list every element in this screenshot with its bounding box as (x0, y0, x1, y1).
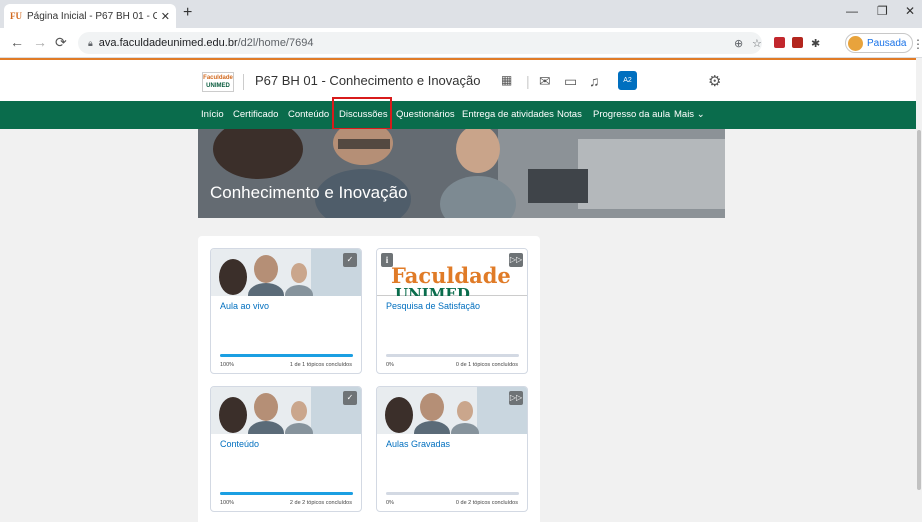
chat-icon[interactable]: ▭ (564, 73, 577, 90)
completed-check-icon: ✓ (343, 253, 357, 267)
forward-icon[interactable]: → (33, 34, 47, 50)
new-tab-icon[interactable]: + (183, 4, 192, 22)
extension-pdf-icon[interactable] (792, 37, 803, 48)
card-pesquisa-satisfacao[interactable]: Faculdade UNIMED i ▷▷ Pesquisa de Satisf… (376, 248, 528, 374)
card-title[interactable]: Conteúdo (220, 439, 259, 449)
page: Faculdade UNIMED P67 BH 01 - Conhecimento… (0, 58, 916, 522)
progress-bar (220, 492, 353, 495)
card-title[interactable]: Aulas Gravadas (386, 439, 450, 449)
zoom-icon[interactable]: ⊕ (734, 37, 743, 50)
fast-forward-icon: ▷▷ (509, 253, 523, 267)
maximize-icon[interactable]: ❐ (877, 4, 888, 18)
divider (243, 74, 244, 90)
nav-item-mais[interactable]: Mais ⌄ (674, 109, 705, 120)
address-bar[interactable]: 🔒︎ ava.faculdadeunimed.edu.br/d2l/home/7… (78, 32, 762, 54)
browser-tab[interactable]: FU Página Inicial - P67 BH 01 - Conh ✕ (4, 4, 176, 28)
nav-item-notas[interactable]: Notas (557, 109, 582, 120)
progress-fill (220, 354, 353, 357)
card-aulas-gravadas[interactable]: ▷▷ Aulas Gravadas 0% 0 de 2 tópicos conc… (376, 386, 528, 512)
card-thumbnail (211, 249, 361, 296)
institution-logo[interactable]: Faculdade UNIMED (202, 72, 234, 92)
banner-photo (198, 129, 725, 218)
browser-tab-strip: FU Página Inicial - P67 BH 01 - Conh ✕ +… (0, 0, 922, 28)
course-navbar: Início Certificado Conteúdo Discussões Q… (0, 101, 916, 129)
topics-count: 0 de 2 tópicos concluídos (455, 500, 518, 506)
progress-bar (220, 354, 353, 357)
url-path: /d2l/home/7694 (237, 37, 314, 49)
profile-button[interactable]: Pausada (845, 33, 914, 53)
card-thumbnail (211, 387, 361, 434)
info-icon: i (381, 253, 393, 267)
lock-icon: 🔒︎ (88, 37, 93, 48)
scrollbar-thumb[interactable] (917, 130, 921, 490)
progress-percent: 100% (220, 362, 235, 368)
back-icon[interactable]: ← (10, 34, 24, 50)
content-widget: ✓ Aula ao vivo 100% 1 de 1 tópicos concl… (198, 236, 540, 522)
thumbnail-faculdade-text: Faculdade (391, 263, 511, 288)
bookmark-star-icon[interactable]: ☆ (752, 37, 762, 50)
page-scrollbar[interactable] (916, 58, 922, 522)
close-tab-icon[interactable]: ✕ (161, 10, 170, 23)
nav-item-questionarios[interactable]: Questionários (396, 109, 455, 120)
completed-check-icon: ✓ (343, 391, 357, 405)
card-thumbnail: Faculdade UNIMED (377, 249, 527, 296)
topics-count: 2 de 2 tópicos concluídos (289, 500, 352, 506)
progress-percent: 0% (386, 362, 394, 368)
card-title[interactable]: Pesquisa de Satisfação (386, 301, 480, 311)
card-aula-ao-vivo[interactable]: ✓ Aula ao vivo 100% 1 de 1 tópicos concl… (210, 248, 362, 374)
topics-count: 0 de 1 tópicos concluídos (455, 362, 518, 368)
nav-item-conteudo[interactable]: Conteúdo (288, 109, 329, 120)
minimize-icon[interactable]: — (846, 4, 858, 18)
profile-avatar (848, 35, 863, 51)
extensions-puzzle-icon[interactable]: ✱ (811, 37, 820, 50)
url-host: ava.faculdadeunimed.edu.br (98, 37, 238, 49)
nav-item-inicio[interactable]: Início (201, 109, 224, 120)
card-thumbnail (377, 387, 527, 434)
divider: | (526, 73, 530, 89)
browser-toolbar: ← → ⟳ 🔒︎ ava.faculdadeunimed.edu.br/d2l/… (0, 28, 922, 58)
nav-item-certificado[interactable]: Certificado (233, 109, 278, 120)
nav-item-entrega-atividades[interactable]: Entrega de atividades (462, 109, 554, 120)
progress-percent: 0% (386, 500, 394, 506)
course-title[interactable]: P67 BH 01 - Conhecimento e Inovação (255, 73, 480, 88)
nav-item-progresso[interactable]: Progresso da aula (593, 109, 670, 120)
card-title[interactable]: Aula ao vivo (220, 301, 269, 311)
card-conteudo[interactable]: ✓ Conteúdo 100% 2 de 2 tópicos concluído… (210, 386, 362, 512)
close-window-icon[interactable]: ✕ (905, 4, 915, 18)
tab-title: Página Inicial - P67 BH 01 - Conh (27, 10, 157, 22)
thumbnail-unimed-text: UNIMED (395, 287, 470, 296)
topics-count: 1 de 1 tópicos concluídos (289, 362, 352, 368)
progress-bar (386, 492, 519, 495)
banner-title: Conhecimento e Inovação (210, 183, 408, 202)
gear-icon[interactable]: ⚙ (708, 72, 721, 90)
message-icon[interactable]: ✉ (539, 73, 551, 90)
profile-status: Pausada (867, 37, 907, 49)
course-selector-icon[interactable]: ▦ (501, 73, 512, 87)
course-banner: Conhecimento e Inovação (198, 129, 725, 218)
progress-fill (220, 492, 353, 495)
user-avatar[interactable]: A2 (618, 71, 637, 90)
progress-percent: 100% (220, 500, 235, 506)
reload-icon[interactable]: ⟳ (55, 34, 67, 51)
browser-menu-icon[interactable]: ⋮ (912, 37, 922, 51)
notification-bell-icon[interactable]: ♫ (589, 73, 600, 89)
course-header: Faculdade UNIMED P67 BH 01 - Conhecimento… (0, 58, 916, 101)
site-favicon-icon: FU (10, 11, 22, 21)
discussoes-highlight-box (332, 97, 392, 130)
fast-forward-icon: ▷▷ (509, 391, 523, 405)
progress-bar (386, 354, 519, 357)
extension-shield-icon[interactable] (774, 37, 785, 48)
